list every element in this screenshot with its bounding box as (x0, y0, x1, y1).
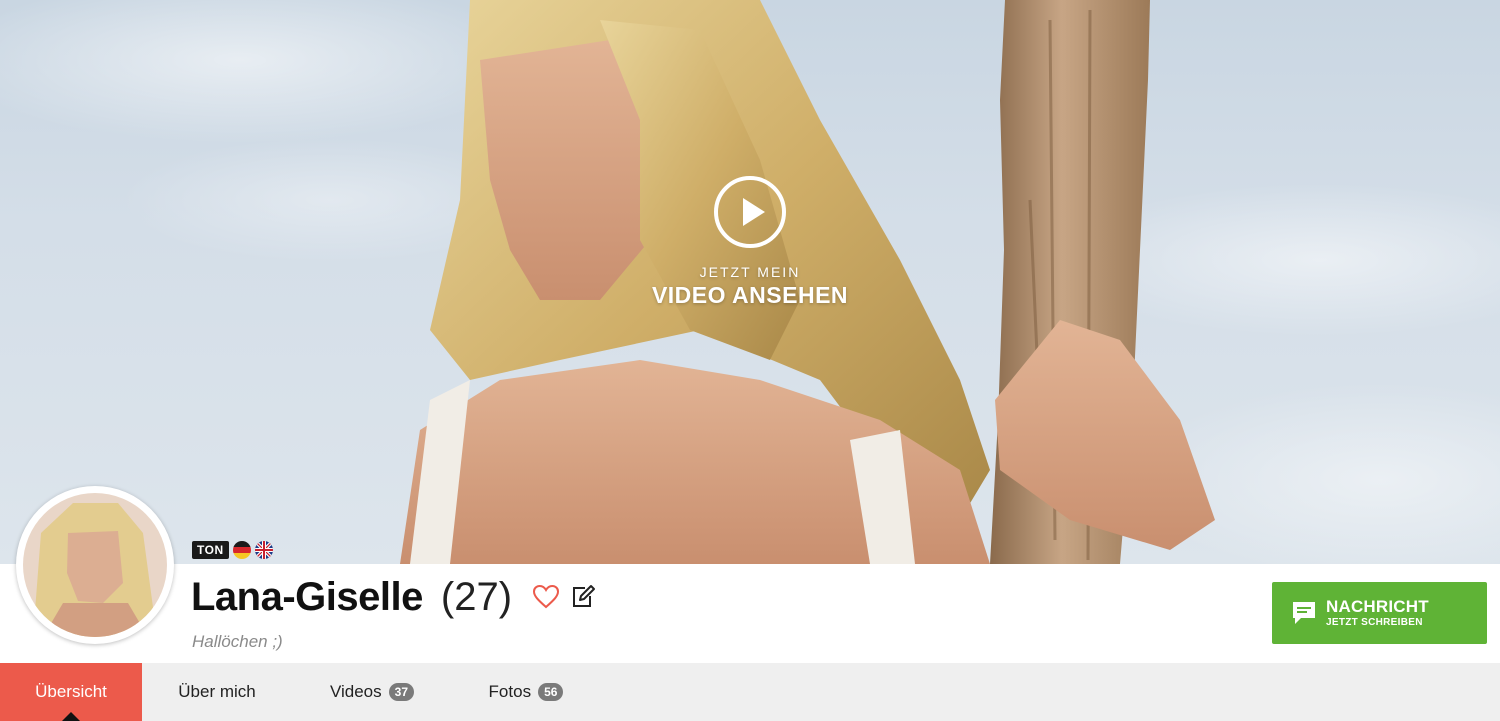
active-tab-caret (62, 712, 80, 721)
video-cta-link[interactable]: JETZT MEIN VIDEO ANSEHEN (600, 264, 900, 309)
avatar[interactable] (16, 486, 174, 644)
tab-videos[interactable]: Videos 37 (310, 663, 434, 721)
tab-ueber-mich[interactable]: Über mich (160, 663, 274, 721)
fotos-count-badge: 56 (538, 683, 564, 701)
tab-label: Übersicht (35, 682, 107, 701)
message-button[interactable]: NACHRICHT JETZT SCHREIBEN (1272, 582, 1487, 644)
uk-flag-icon (254, 541, 273, 559)
video-cta-small: JETZT MEIN (699, 264, 801, 280)
profile-name-row: Lana-Giselle (27) (191, 571, 596, 623)
play-icon (743, 198, 765, 226)
avatar-photo (23, 493, 167, 637)
profile-tabs: Übersicht Über mich Videos 37 Fotos 56 (0, 663, 1500, 721)
tab-label: Über mich (178, 682, 256, 701)
chat-icon (1293, 602, 1315, 624)
profile-status: Hallöchen ;) (192, 632, 283, 651)
play-video-button[interactable] (714, 176, 786, 248)
tab-label: Videos (329, 682, 382, 701)
profile-name: Lana-Giselle (191, 574, 423, 619)
message-button-label: NACHRICHT (1326, 597, 1429, 616)
ton-badge: TON (192, 541, 229, 559)
profile-age: (27) (440, 574, 513, 619)
edit-note-icon[interactable] (570, 584, 596, 610)
hero-banner: JETZT MEIN VIDEO ANSEHEN (0, 0, 1500, 564)
message-button-sublabel: JETZT SCHREIBEN (1326, 617, 1423, 628)
tab-label: Fotos (488, 682, 532, 701)
videos-count-badge: 37 (388, 683, 415, 701)
badge-row: TON (192, 541, 273, 559)
tab-fotos[interactable]: Fotos 56 (470, 663, 582, 721)
video-cta-big: VIDEO ANSEHEN (651, 282, 849, 308)
tab-uebersicht[interactable]: Übersicht (0, 663, 142, 721)
heart-icon[interactable] (532, 584, 560, 610)
de-flag-icon (232, 541, 251, 559)
